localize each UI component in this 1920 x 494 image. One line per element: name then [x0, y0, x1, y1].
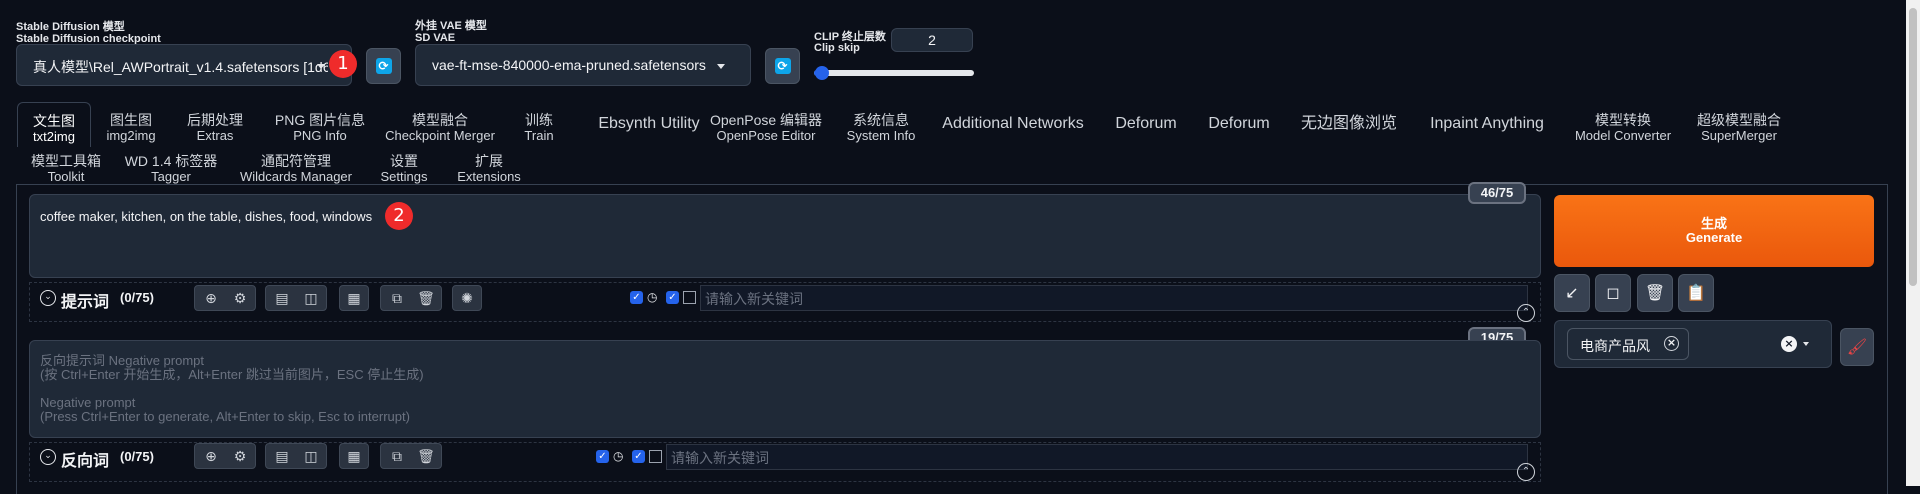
chevron-down-icon [1803, 342, 1809, 346]
negative-checkbox-2[interactable]: ✓ [632, 450, 645, 463]
bookmark-icon[interactable]: ◫ [302, 290, 320, 308]
tab-deforum-1[interactable]: Deforum [1110, 115, 1182, 133]
prompt-keyword-input[interactable]: 请输入新关键词 [700, 285, 1528, 311]
tab-model-converter[interactable]: 模型转换 Model Converter [1574, 113, 1672, 144]
checkpoint-label: Stable Diffusion 模型 Stable Diffusion che… [16, 21, 161, 45]
negative-section-title: 反向词 [61, 453, 110, 470]
checkpoint-dropdown[interactable]: 真人模型\Rel_AWPortrait_v1.4.safetensors [1d… [16, 44, 352, 86]
globe-icon[interactable]: ⊕ [202, 448, 220, 466]
prompt-section-count: (0/75) [120, 290, 154, 305]
globe-icon[interactable]: ⊕ [202, 290, 220, 308]
tab-ebsynth-utility[interactable]: Ebsynth Utility [582, 115, 716, 133]
tab-wildcards-manager[interactable]: 通配符管理 Wildcards Manager [240, 154, 352, 185]
scrollbar-thumb[interactable] [1909, 8, 1917, 286]
tab-png-info[interactable]: PNG 图片信息 PNG Info [270, 113, 370, 144]
clip-skip-label: CLIP 终止层数 Clip skip [814, 31, 886, 54]
clock-icon: ◷ [647, 290, 658, 304]
tab-inpaint-anything[interactable]: Inpaint Anything [1424, 115, 1550, 133]
clip-skip-slider-track[interactable] [814, 66, 974, 80]
clipboard-button[interactable]: 📋 [1678, 274, 1714, 312]
prompt-checkbox-1[interactable]: ✓ [630, 291, 643, 304]
prompt-token-counter: 46/75 [1468, 182, 1526, 204]
trash-icon[interactable]: 🗑 [417, 448, 435, 466]
negative-prompt-textarea[interactable]: 反向提示词 Negative prompt (按 Ctrl+Enter 开始生成… [29, 340, 1541, 438]
clear-all-icon[interactable]: × [1781, 336, 1797, 352]
prompt-checkbox-3[interactable] [683, 291, 696, 304]
remove-chip-icon[interactable]: × [1664, 336, 1679, 351]
prompt-text: coffee maker, kitchen, on the table, dis… [40, 209, 373, 224]
tab-checkpoint-merger[interactable]: 模型融合 Checkpoint Merger [380, 113, 500, 144]
collapse-up-icon[interactable]: ⌃ [1517, 463, 1535, 481]
tab-supermerger[interactable]: 超级模型融合 SuperMerger [1692, 113, 1786, 144]
styles-dropdown[interactable]: 电商产品风 × × [1554, 320, 1832, 368]
tab-extras[interactable]: 后期处理 Extras [175, 113, 255, 144]
gear-icon[interactable]: ⚙ [231, 448, 249, 466]
vae-dropdown[interactable]: vae-ft-mse-840000-ema-pruned.safetensors [415, 44, 751, 86]
tab-infinite-image-browsing[interactable]: 无边图像浏览 [1296, 115, 1402, 133]
prompt-toolgroup-5: ✺ [452, 285, 482, 311]
copy-icon[interactable]: ⧉ [388, 448, 406, 466]
translate-icon[interactable]: ▦ [345, 448, 363, 466]
prompt-toolgroup-3: ▦ [339, 285, 369, 311]
negative-toolgroup-4: ⧉ 🗑 [380, 443, 442, 469]
negative-section-count: (0/75) [120, 449, 154, 464]
prompt-textarea[interactable]: coffee maker, kitchen, on the table, dis… [29, 194, 1541, 278]
negative-toolgroup-3: ▦ [339, 443, 369, 469]
translate-icon[interactable]: ▦ [345, 290, 363, 308]
clear-trash-button[interactable]: 🗑 [1637, 274, 1673, 312]
trash-icon[interactable]: 🗑 [417, 290, 435, 308]
collapse-chevron-icon[interactable]: ⌄ [40, 449, 56, 465]
chevron-down-icon [317, 64, 325, 69]
checkpoint-value: 真人模型\Rel_AWPortrait_v1.4.safetensors [1d… [33, 59, 328, 75]
copy-icon[interactable]: ⧉ [388, 290, 406, 308]
bookmark-icon[interactable]: ◫ [302, 448, 320, 466]
collapse-up-icon[interactable]: ⌃ [1517, 304, 1535, 322]
negative-checkbox-3[interactable] [649, 450, 662, 463]
tab-train[interactable]: 训练 Train [514, 113, 564, 144]
prompt-section-title: 提示词 [61, 294, 110, 311]
clock-icon: ◷ [613, 449, 624, 463]
style-chip: 电商产品风 × [1567, 328, 1689, 360]
refresh-vae-button[interactable]: ⟳ [765, 48, 800, 84]
tab-openpose-editor[interactable]: OpenPose 编辑器 OpenPose Editor [710, 113, 822, 144]
collapse-chevron-icon[interactable]: ⌄ [40, 290, 56, 306]
history-doc-icon[interactable]: ▤ [273, 290, 291, 308]
clip-skip-slider-thumb[interactable] [815, 66, 829, 80]
generate-button[interactable]: 生成 Generate [1554, 195, 1874, 267]
read-params-button[interactable]: ↙ [1554, 274, 1590, 312]
prompt-toolgroup-2: ▤ ◫ [265, 285, 327, 311]
tab-tagger[interactable]: WD 1.4 标签器 Tagger [124, 154, 218, 185]
tab-txt2img[interactable]: 文生图 txt2img [17, 102, 91, 147]
paste-button[interactable]: ◻ [1595, 274, 1631, 312]
vae-label: 外挂 VAE 模型 SD VAE [415, 20, 487, 44]
tab-toolkit[interactable]: 模型工具箱 Toolkit [28, 154, 104, 185]
history-doc-icon[interactable]: ▤ [273, 448, 291, 466]
tab-system-info[interactable]: 系统信息 System Info [842, 113, 920, 144]
clip-skip-input[interactable]: 2 [891, 28, 973, 52]
prompt-toolgroup-4: ⧉ 🗑 [380, 285, 442, 311]
gear-icon[interactable]: ⚙ [231, 290, 249, 308]
prompt-toolgroup-1: ⊕ ⚙ [194, 285, 256, 311]
tab-deforum-2[interactable]: Deforum [1203, 115, 1275, 133]
tab-additional-networks[interactable]: Additional Networks [940, 115, 1086, 133]
page-scrollbar[interactable] [1906, 0, 1920, 486]
annotation-badge-2: 2 [385, 202, 413, 230]
tab-extensions[interactable]: 扩展 Extensions [454, 154, 524, 185]
negative-keyword-input[interactable]: 请输入新关键词 [666, 444, 1528, 470]
edit-style-button[interactable]: 🖌 [1840, 328, 1874, 366]
negative-toolgroup-2: ▤ ◫ [265, 443, 327, 469]
refresh-icon: ⟳ [375, 58, 392, 74]
negative-toolgroup-1: ⊕ ⚙ [194, 443, 256, 469]
annotation-badge-1: 1 [329, 50, 357, 78]
vae-value: vae-ft-mse-840000-ema-pruned.safetensors [432, 57, 706, 73]
prompt-checkbox-2[interactable]: ✓ [666, 291, 679, 304]
tab-settings[interactable]: 设置 Settings [376, 154, 432, 185]
tab-img2img[interactable]: 图生图 img2img [96, 113, 166, 144]
refresh-icon: ⟳ [774, 58, 791, 74]
chevron-down-icon [717, 64, 725, 69]
refresh-checkpoint-button[interactable]: ⟳ [366, 48, 401, 84]
negative-placeholder: 反向提示词 Negative prompt (按 Ctrl+Enter 开始生成… [40, 353, 424, 424]
negative-checkbox-1[interactable]: ✓ [596, 450, 609, 463]
openai-icon[interactable]: ✺ [458, 290, 476, 308]
